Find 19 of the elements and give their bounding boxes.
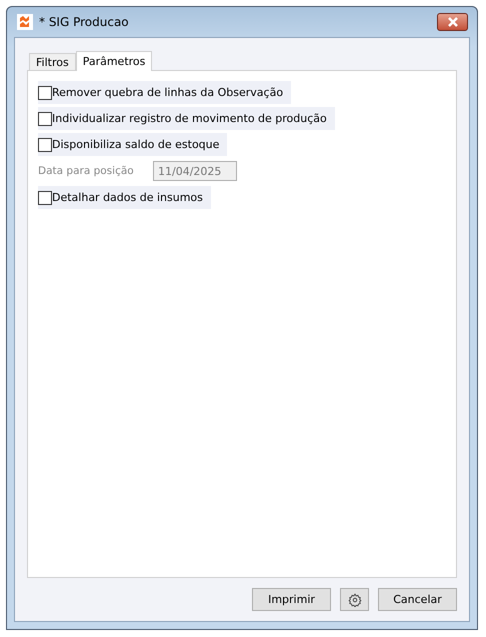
dialog-button[interactable]: Cancelar — [378, 588, 457, 611]
checkbox[interactable] — [38, 86, 52, 100]
window-title: * SIG Producao — [39, 15, 130, 29]
checkbox-option[interactable]: Detalhar dados de insumos — [38, 186, 211, 209]
checkbox-option[interactable]: Individualizar registro de movimento de produção — [38, 107, 335, 130]
app-logo-icon — [17, 14, 33, 30]
tab[interactable]: Filtros — [29, 53, 76, 70]
field-label: Data para posição — [38, 165, 135, 177]
dialog-button[interactable]: Imprimir — [252, 588, 331, 611]
checkbox[interactable] — [38, 190, 52, 204]
checkbox-option[interactable]: Remover quebra de linhas da Observação — [38, 81, 292, 104]
settings-button[interactable] — [340, 588, 369, 611]
tab[interactable]: Parâmetros — [76, 51, 152, 71]
checkbox[interactable] — [38, 138, 52, 152]
close-button[interactable] — [437, 13, 468, 31]
checkbox-option[interactable]: Disponibiliza saldo de estoque — [38, 133, 228, 156]
settings-icon — [348, 592, 362, 606]
checkbox[interactable] — [38, 112, 52, 126]
close-icon — [446, 17, 458, 27]
